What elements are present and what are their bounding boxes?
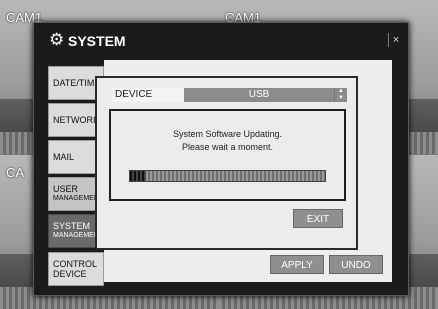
exit-button[interactable]: EXIT bbox=[293, 209, 343, 228]
tab-sublabel: MANAGEMEN bbox=[53, 195, 99, 202]
message-line-1: System Software Updating. bbox=[172, 129, 283, 139]
system-window: ⚙ SYSTEM × DATE/TIM NETWORI MAIL USER MA… bbox=[33, 22, 409, 296]
progress-bar bbox=[129, 170, 326, 182]
message-line-2: Please wait a moment. bbox=[181, 142, 274, 152]
device-label: DEVICE bbox=[112, 88, 185, 102]
undo-button[interactable]: UNDO bbox=[329, 255, 383, 274]
progress-fill bbox=[130, 171, 146, 181]
apply-button[interactable]: APPLY bbox=[270, 255, 324, 274]
tab-label: MAIL bbox=[53, 152, 75, 162]
close-icon[interactable]: × bbox=[388, 33, 403, 47]
chevron-down-icon[interactable]: ▼ bbox=[335, 95, 347, 102]
device-row: DEVICE USB ▲ ▼ bbox=[112, 88, 348, 102]
chevron-up-icon[interactable]: ▲ bbox=[335, 88, 347, 95]
tab-control-device[interactable]: CONTROL DEVICE bbox=[48, 252, 104, 286]
tab-label: DATE/TIM bbox=[53, 78, 95, 88]
progress-message-box: System Software Updating. Please wait a … bbox=[109, 109, 346, 201]
tab-label-line2: DEVICE bbox=[53, 269, 87, 279]
camera-label: CA bbox=[6, 165, 25, 180]
tab-label: NETWORI bbox=[53, 115, 96, 125]
window-title: SYSTEM bbox=[68, 33, 126, 49]
tab-sublabel: MANAGEMEN bbox=[53, 232, 99, 239]
gear-icon: ⚙ bbox=[49, 30, 65, 49]
tab-label: CONTROL bbox=[53, 259, 98, 269]
tab-label: SYSTEM bbox=[53, 221, 91, 231]
device-spinner[interactable]: ▲ ▼ bbox=[334, 88, 347, 102]
update-dialog: DEVICE USB ▲ ▼ System Software Updating.… bbox=[95, 76, 358, 250]
device-select[interactable]: USB bbox=[184, 88, 334, 102]
tab-label: USER bbox=[53, 184, 79, 194]
title-bar: ⚙ SYSTEM × bbox=[34, 23, 408, 59]
